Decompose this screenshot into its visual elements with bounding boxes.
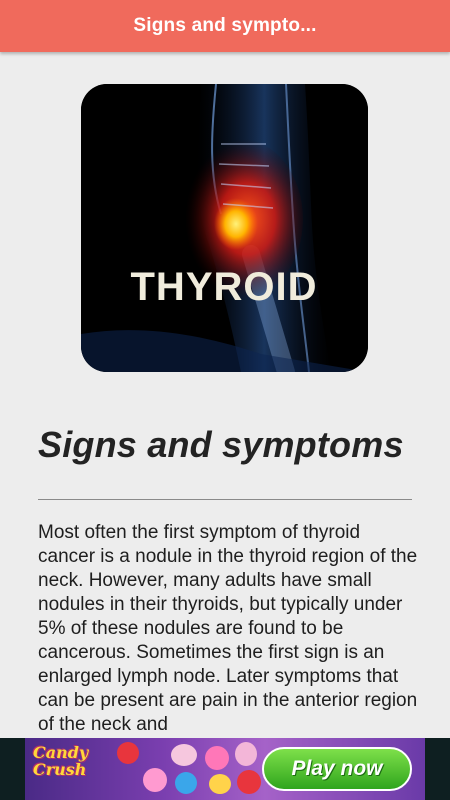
article-body: Most often the first symptom of thyroid …	[38, 522, 418, 735]
page-title: Signs and sympto...	[133, 15, 317, 36]
divider	[38, 499, 412, 500]
thyroid-hero-image: THYROID	[81, 84, 368, 372]
candy-icon	[235, 742, 257, 766]
thyroid-illustration: THYROID	[81, 84, 368, 372]
play-now-button[interactable]: Play now	[262, 747, 412, 791]
candy-icon	[205, 746, 229, 770]
ad-container: Candy Crush Play now	[0, 738, 450, 800]
article-heading: Signs and symptoms	[38, 424, 404, 465]
candy-icon	[117, 742, 139, 764]
candy-icon	[237, 770, 261, 794]
ad-banner[interactable]: Candy Crush Play now	[25, 738, 425, 800]
app-bar: Signs and sympto...	[0, 0, 450, 52]
ad-logo: Candy Crush	[33, 744, 111, 796]
ad-logo-line2: Crush	[33, 760, 87, 779]
candy-icon	[175, 772, 197, 794]
candy-icon	[171, 744, 197, 766]
candy-icon	[143, 768, 167, 792]
thyroid-label: THYROID	[131, 265, 318, 309]
candy-icon	[209, 774, 231, 794]
ad-logo-line1: Candy	[33, 743, 89, 762]
